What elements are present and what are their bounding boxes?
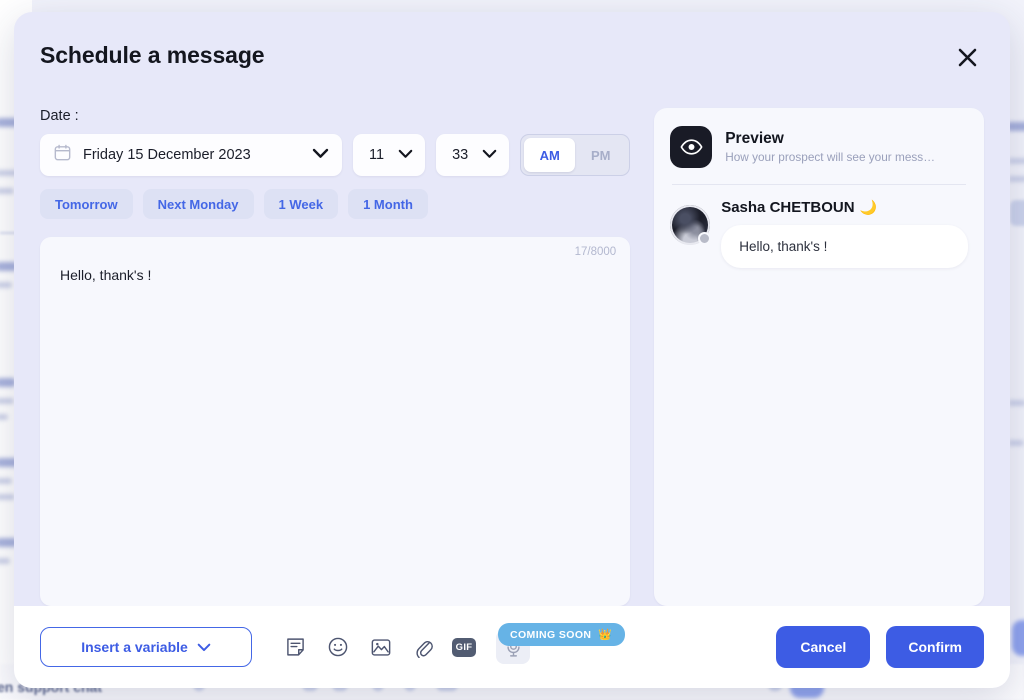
backdrop-line: [0, 188, 14, 194]
attachment-paperclip-icon[interactable]: [409, 632, 439, 662]
sender-name-text: Sasha CHETBOUN: [721, 199, 854, 216]
emoji-smiley-icon[interactable]: [323, 632, 353, 662]
message-editor-card[interactable]: 17/8000 Hello, thank's !: [40, 237, 630, 606]
quick-chip-1-week[interactable]: 1 Week: [264, 189, 339, 219]
chevron-down-icon: [482, 146, 497, 164]
coming-soon-badge: COMING SOON 👑: [498, 623, 625, 646]
status-badge: [698, 232, 711, 245]
page-title: Schedule a message: [40, 42, 974, 69]
chevron-down-icon: [398, 146, 413, 164]
meridiem-am-option[interactable]: AM: [524, 138, 575, 172]
date-value: Friday 15 December 2023: [83, 147, 300, 163]
preview-header-text: Preview How your prospect will see your …: [725, 130, 935, 164]
preview-message-body: Sasha CHETBOUN 🌙 Hello, thank's !: [721, 199, 968, 268]
modal-header: Schedule a message: [14, 12, 1010, 108]
gif-icon[interactable]: GIF: [452, 638, 476, 657]
preview-panel: Preview How your prospect will see your …: [654, 108, 984, 606]
backdrop-line: [1008, 176, 1024, 182]
close-icon[interactable]: [950, 40, 984, 74]
meridiem-pm-option[interactable]: PM: [575, 138, 626, 172]
preview-title: Preview: [725, 130, 935, 148]
preview-subtitle: How your prospect will see your mess…: [725, 150, 935, 164]
eye-icon: [670, 126, 712, 168]
preview-divider: [672, 184, 966, 185]
backdrop-button: [1012, 620, 1024, 656]
quick-chip-1-month[interactable]: 1 Month: [348, 189, 428, 219]
cancel-button[interactable]: Cancel: [776, 626, 870, 668]
schedule-message-modal: Schedule a message Date :: [14, 12, 1010, 688]
composer-tools: GIF: [280, 630, 530, 664]
footer-actions: Cancel Confirm: [776, 626, 984, 668]
minute-select[interactable]: 33: [436, 134, 509, 176]
preview-message-row: Sasha CHETBOUN 🌙 Hello, thank's !: [670, 199, 968, 268]
chevron-down-icon: [312, 146, 329, 164]
quick-chip-next-monday[interactable]: Next Monday: [143, 189, 254, 219]
character-counter: 17/8000: [575, 246, 617, 258]
meridiem-toggle[interactable]: AM PM: [520, 134, 630, 176]
image-icon[interactable]: [366, 632, 396, 662]
hour-select[interactable]: 11: [353, 134, 425, 176]
backdrop-line: [1008, 158, 1024, 164]
template-note-icon[interactable]: [280, 632, 310, 662]
coming-soon-label: COMING SOON: [510, 629, 591, 641]
modal-body: Date : Friday 15 December 2023: [14, 108, 1010, 606]
crown-icon: 👑: [598, 628, 612, 641]
hour-value: 11: [369, 147, 384, 163]
backdrop-line: [0, 494, 15, 500]
backdrop-line: [0, 414, 8, 420]
confirm-button[interactable]: Confirm: [886, 626, 984, 668]
schedule-datetime-row: Friday 15 December 2023 11: [40, 134, 630, 176]
date-picker[interactable]: Friday 15 December 2023: [40, 134, 342, 176]
quick-date-chips: Tomorrow Next Monday 1 Week 1 Month: [40, 189, 630, 219]
backdrop-line: [0, 398, 14, 404]
backdrop-line: [1008, 400, 1024, 406]
modal-footer: Insert a variable: [14, 606, 1010, 688]
backdrop-line: [0, 558, 10, 564]
quick-chip-tomorrow[interactable]: Tomorrow: [40, 189, 133, 219]
backdrop-chip: [1010, 200, 1024, 226]
preview-header: Preview How your prospect will see your …: [670, 126, 968, 184]
minute-value: 33: [452, 147, 468, 163]
calendar-icon: [54, 144, 71, 166]
compose-column: Date : Friday 15 December 2023: [40, 108, 630, 606]
message-input[interactable]: Hello, thank's !: [60, 265, 610, 286]
backdrop-line: [0, 282, 12, 288]
date-label: Date :: [40, 108, 630, 124]
backdrop-line: [0, 478, 12, 484]
backdrop-line: [1008, 440, 1024, 446]
insert-variable-button[interactable]: Insert a variable: [40, 627, 252, 667]
moon-emoji-icon: 🌙: [860, 199, 877, 216]
preview-message-bubble: Hello, thank's !: [721, 225, 968, 268]
chevron-down-icon: [197, 639, 211, 655]
preview-sender-name: Sasha CHETBOUN 🌙: [721, 199, 968, 216]
insert-variable-label: Insert a variable: [81, 639, 188, 655]
avatar: [670, 205, 710, 245]
